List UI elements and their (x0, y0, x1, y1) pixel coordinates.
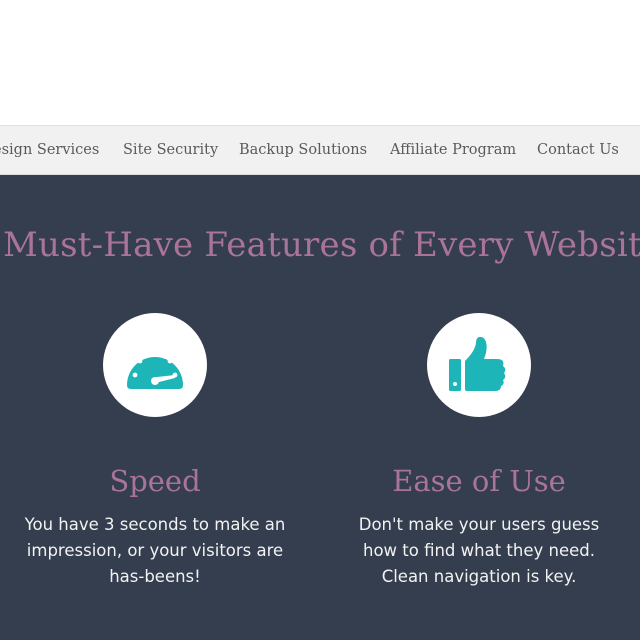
ease-icon-circle (427, 313, 531, 417)
page: esign Services Site Security Backup Solu… (0, 0, 640, 640)
header-blank-area (0, 0, 640, 125)
feature-speed: Speed You have 3 seconds to make an impr… (0, 175, 315, 640)
speedometer-icon (127, 350, 183, 389)
nav-item-design-services[interactable]: esign Services (0, 126, 99, 174)
features-section: Must-Have Features of Every Websit Speed… (0, 175, 640, 640)
feature-title-ease-of-use: Ease of Use (392, 464, 566, 498)
nav-item-backup-solutions[interactable]: Backup Solutions (239, 126, 367, 174)
feature-ease-of-use: Ease of Use Don't make your users guess … (319, 175, 639, 640)
speed-icon-circle (103, 313, 207, 417)
nav-item-contact-us[interactable]: Contact Us (537, 126, 619, 174)
main-navigation: esign Services Site Security Backup Solu… (0, 125, 640, 175)
feature-title-speed: Speed (109, 464, 201, 498)
feature-text-speed: You have 3 seconds to make an impression… (24, 515, 286, 586)
thumbs-up-icon (449, 336, 506, 391)
nav-item-site-security[interactable]: Site Security (123, 126, 218, 174)
nav-item-affiliate-program[interactable]: Affiliate Program (390, 126, 516, 174)
feature-text-ease-of-use: Don't make your users guess how to find … (358, 515, 600, 586)
